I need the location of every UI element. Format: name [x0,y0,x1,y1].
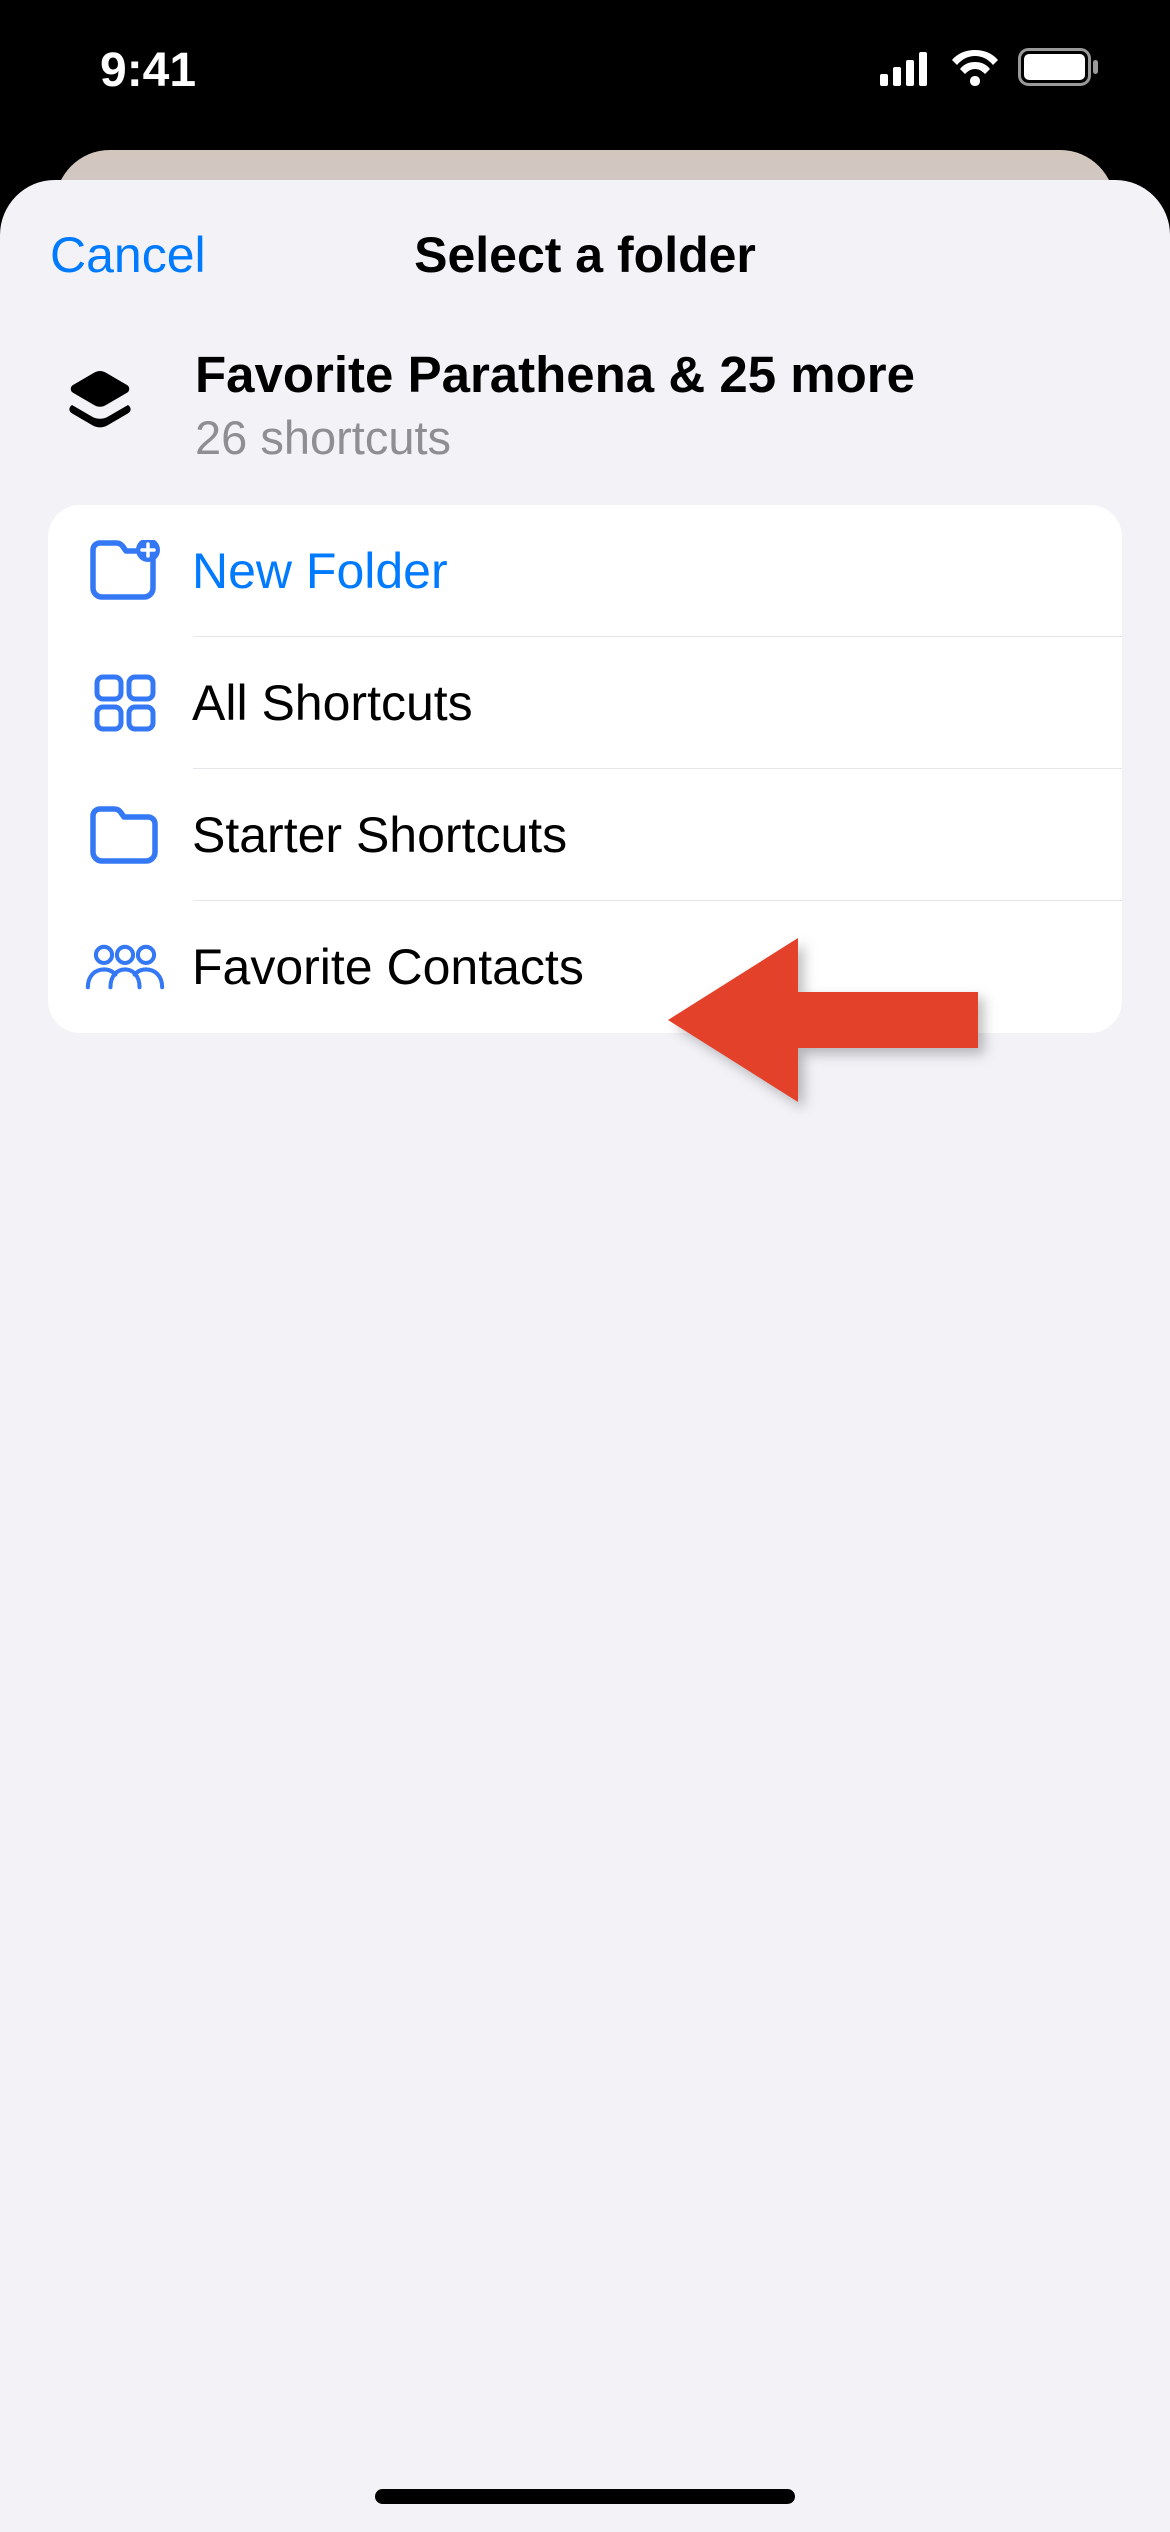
starter-shortcuts-row[interactable]: Starter Shortcuts [48,769,1122,901]
cancel-button[interactable]: Cancel [50,226,206,284]
selection-summary: Favorite Parathena & 25 more 26 shortcut… [0,330,1170,505]
grid-icon [83,661,167,745]
favorite-contacts-row[interactable]: Favorite Contacts [48,901,1122,1033]
home-indicator[interactable] [375,2489,795,2504]
folder-icon [83,793,167,877]
cellular-icon [880,43,932,98]
new-folder-icon [83,529,167,613]
status-indicators [880,43,1100,98]
folder-picker-sheet: Cancel Select a folder Favorite Parathen… [0,180,1170,2532]
contacts-icon [83,925,167,1009]
new-folder-label: New Folder [192,542,448,600]
selection-subtitle: 26 shortcuts [195,410,915,465]
wifi-icon [950,43,1000,98]
new-folder-row[interactable]: New Folder [48,505,1122,637]
selection-title: Favorite Parathena & 25 more [195,345,915,404]
all-shortcuts-label: All Shortcuts [192,674,473,732]
folder-list: New Folder All Shortcuts Starter [48,505,1122,1033]
page-title: Select a folder [414,226,756,284]
all-shortcuts-row[interactable]: All Shortcuts [48,637,1122,769]
shortcuts-stack-icon [60,363,140,448]
battery-icon [1018,43,1100,98]
status-time: 9:41 [100,43,196,98]
nav-bar: Cancel Select a folder [0,180,1170,330]
favorite-contacts-label: Favorite Contacts [192,938,584,996]
starter-shortcuts-label: Starter Shortcuts [192,806,567,864]
status-bar: 9:41 [0,0,1170,140]
